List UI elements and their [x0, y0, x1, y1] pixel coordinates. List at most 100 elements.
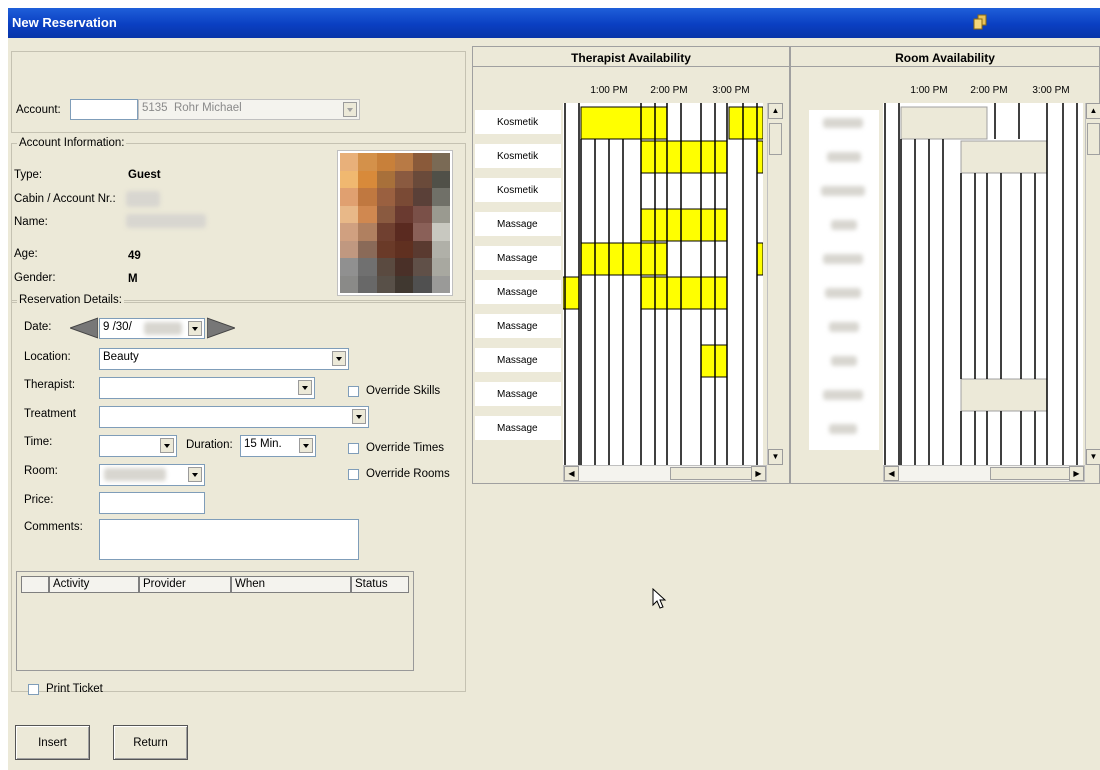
location-select[interactable]: Beauty	[99, 348, 349, 370]
therapist-row-label: Kosmetik	[475, 110, 561, 134]
room-booked-slot	[900, 106, 988, 140]
scroll-thumb[interactable]	[990, 467, 1072, 480]
scroll-right-icon[interactable]: ▶	[1069, 466, 1084, 481]
table-header-status[interactable]: Status	[351, 576, 409, 593]
override-rooms-label: Override Rooms	[366, 468, 450, 480]
treatment-select[interactable]	[99, 406, 369, 428]
type-value: Guest	[128, 169, 161, 181]
date-value: 9 /30/	[103, 321, 132, 333]
room-select[interactable]	[99, 464, 205, 486]
avatar	[338, 151, 452, 295]
therapist-availability-panel: Therapist Availability 1:00 PM 2:00 PM 3…	[472, 46, 790, 484]
override-skills-label: Override Skills	[366, 385, 441, 397]
mouse-cursor-icon	[652, 588, 667, 609]
scroll-up-icon[interactable]: ▲	[1086, 103, 1100, 119]
therapist-vertical-scrollbar[interactable]: ▲ ▼	[767, 103, 783, 465]
chevron-down-icon[interactable]	[160, 438, 174, 453]
therapist-row-label: Massage	[475, 280, 561, 304]
time-label: Time:	[24, 436, 53, 448]
new-reservation-window: New Reservation Account: 5135 Rohr Micha…	[8, 8, 1100, 770]
time-header-1pm: 1:00 PM	[910, 85, 948, 96]
activity-table[interactable]: Activity Provider When Status	[16, 571, 414, 671]
chevron-down-icon[interactable]	[299, 438, 313, 453]
therapist-row-label: Massage	[475, 246, 561, 270]
account-id-field[interactable]	[70, 99, 138, 120]
prev-date-arrow-icon[interactable]	[70, 317, 98, 339]
time-header-2pm: 2:00 PM	[650, 85, 688, 96]
duration-select[interactable]: 15 Min.	[240, 435, 316, 457]
time-header-1pm: 1:00 PM	[590, 85, 628, 96]
room-vertical-scrollbar[interactable]: ▲ ▼	[1085, 103, 1100, 465]
location-label: Location:	[24, 351, 71, 363]
scroll-right-icon[interactable]: ▶	[751, 466, 766, 481]
booked-slot	[756, 242, 763, 276]
print-ticket-label: Print Ticket	[46, 683, 103, 695]
location-value: Beauty	[103, 351, 139, 363]
override-rooms-checkbox[interactable]	[348, 469, 359, 480]
date-field[interactable]: 9 /30/	[99, 318, 205, 339]
override-skills-checkbox[interactable]	[348, 386, 359, 397]
cabin-value-redacted	[126, 191, 160, 207]
chevron-down-icon[interactable]	[188, 467, 202, 482]
scroll-thumb[interactable]	[1087, 123, 1100, 155]
scroll-thumb[interactable]	[670, 467, 752, 480]
room-list-redacted	[809, 110, 879, 450]
cabin-label: Cabin / Account Nr.:	[14, 193, 116, 205]
booked-slot	[728, 106, 763, 140]
therapist-select[interactable]	[99, 377, 315, 399]
room-schedule-grid[interactable]	[883, 103, 1083, 465]
comments-input[interactable]	[99, 519, 359, 560]
chevron-down-icon[interactable]	[352, 409, 366, 424]
table-header-when[interactable]: When	[231, 576, 351, 593]
therapist-availability-title: Therapist Availability	[571, 51, 691, 65]
account-combo[interactable]: 5135 Rohr Michael	[138, 99, 360, 120]
account-id-text: 5135	[142, 102, 168, 114]
scroll-down-icon[interactable]: ▼	[768, 449, 783, 465]
price-input[interactable]	[99, 492, 205, 514]
scroll-up-icon[interactable]: ▲	[768, 103, 783, 119]
table-row-selector-header	[21, 576, 49, 593]
scroll-left-icon[interactable]: ◀	[564, 466, 579, 481]
next-date-arrow-icon[interactable]	[207, 317, 235, 339]
account-name-text: Rohr Michael	[173, 102, 242, 114]
therapist-schedule-grid[interactable]	[563, 103, 763, 465]
scroll-thumb[interactable]	[769, 123, 782, 155]
scroll-left-icon[interactable]: ◀	[884, 466, 899, 481]
chevron-down-icon[interactable]	[188, 321, 202, 336]
treatment-label: Treatment	[24, 408, 76, 420]
window-title: New Reservation	[12, 15, 117, 30]
booked-slot	[580, 106, 668, 140]
override-times-checkbox[interactable]	[348, 443, 359, 454]
chevron-down-icon[interactable]	[298, 380, 312, 395]
title-bar[interactable]: New Reservation	[8, 8, 1100, 38]
table-header-activity[interactable]: Activity	[49, 576, 139, 593]
price-label: Price:	[24, 494, 54, 506]
time-header-3pm: 3:00 PM	[1032, 85, 1070, 96]
booked-slot	[640, 276, 728, 310]
table-header-provider[interactable]: Provider	[139, 576, 231, 593]
room-availability-title: Room Availability	[895, 51, 995, 65]
room-horizontal-scrollbar[interactable]: ◀ ▶	[883, 465, 1085, 482]
print-ticket-checkbox[interactable]	[28, 684, 39, 695]
room-booked-slot	[960, 378, 1048, 412]
account-group	[11, 51, 466, 133]
date-year-redacted	[144, 322, 182, 335]
therapist-horizontal-scrollbar[interactable]: ◀ ▶	[563, 465, 767, 482]
insert-button[interactable]: Insert	[15, 725, 90, 760]
chevron-down-icon[interactable]	[343, 102, 357, 117]
therapist-row-label: Massage	[475, 212, 561, 236]
scroll-down-icon[interactable]: ▼	[1086, 449, 1100, 465]
booked-slot	[756, 140, 763, 174]
name-value-redacted	[126, 214, 206, 228]
time-header-3pm: 3:00 PM	[712, 85, 750, 96]
therapist-row-label: Massage	[475, 416, 561, 440]
time-select[interactable]	[99, 435, 177, 457]
gender-label: Gender:	[14, 272, 56, 284]
booked-slot	[700, 344, 728, 378]
room-availability-panel: Room Availability 1:00 PM 2:00 PM 3:00 P…	[790, 46, 1100, 484]
chevron-down-icon[interactable]	[332, 351, 346, 366]
return-button[interactable]: Return	[113, 725, 188, 760]
booked-slot	[640, 208, 728, 242]
room-booked-slot	[960, 140, 1048, 174]
gender-value: M	[128, 273, 138, 285]
